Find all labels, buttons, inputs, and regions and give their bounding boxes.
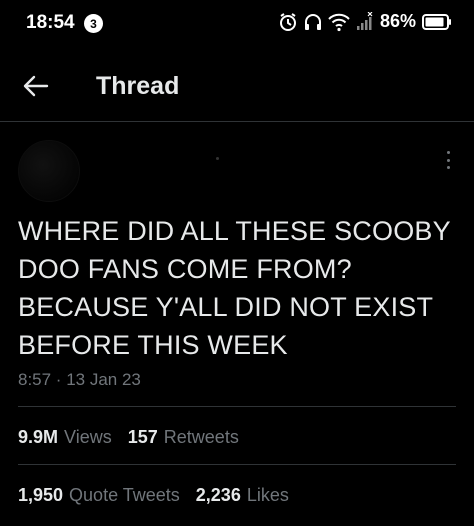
more-options-button[interactable]: [438, 148, 458, 172]
arrow-left-icon: [23, 75, 49, 102]
tweet-text-line: BEFORE THIS WEEK: [18, 330, 288, 360]
divider: [18, 406, 456, 407]
likes-label: Likes: [246, 485, 289, 505]
views-label: Views: [64, 427, 112, 447]
stats-row-views-retweets: 9.9M Views 157 Retweets: [18, 427, 239, 448]
battery-percentage: 86%: [379, 11, 416, 31]
tweet-timestamp[interactable]: 8:57 · 13 Jan 23: [18, 370, 141, 390]
status-bar: 18:54 3 86%: [0, 0, 474, 46]
retweets-count: 157: [127, 427, 158, 447]
notification-badge: 3: [84, 14, 103, 33]
status-time: 18:54: [26, 12, 75, 33]
more-dot-icon: [446, 166, 450, 169]
views-count: 9.9M: [18, 427, 59, 447]
views-stat[interactable]: 9.9M Views: [18, 427, 112, 448]
back-button[interactable]: [20, 72, 52, 104]
alarm-icon: [278, 12, 298, 32]
more-dot-icon: [446, 151, 450, 154]
tweet-text-line: WHERE DID ALL THESE SCOOBY: [18, 216, 451, 246]
stats-row-quotes-likes: 1,950 Quote Tweets 2,236 Likes: [18, 485, 289, 506]
tweet-text-line: BECAUSE Y'ALL DID NOT EXIST: [18, 292, 434, 322]
retweets-label: Retweets: [163, 427, 239, 447]
tweet-text: WHERE DID ALL THESE SCOOBY DOO FANS COME…: [18, 212, 464, 364]
quote-tweets-count: 1,950: [18, 485, 64, 505]
quote-tweets-stat[interactable]: 1,950 Quote Tweets: [18, 485, 180, 506]
headphones-icon: [304, 12, 322, 32]
wifi-icon: [328, 12, 350, 32]
author-name-placeholder: [216, 157, 219, 160]
header-divider: [0, 121, 474, 122]
retweets-stat[interactable]: 157 Retweets: [128, 427, 239, 448]
more-dot-icon: [446, 158, 450, 162]
tweet-text-line: DOO FANS COME FROM?: [18, 254, 352, 284]
likes-stat[interactable]: 2,236 Likes: [196, 485, 289, 506]
signal-icon: [356, 11, 374, 32]
likes-count: 2,236: [195, 485, 241, 505]
page-title: Thread: [96, 72, 180, 100]
divider: [18, 464, 456, 465]
thread-screen: 18:54 3 86% Thread WHERE DID ALL THESE S…: [0, 0, 474, 526]
author-avatar[interactable]: [18, 140, 80, 202]
status-icons: 86%: [278, 11, 452, 32]
top-app-bar: Thread: [0, 58, 474, 116]
battery-icon: [422, 13, 452, 31]
quote-tweets-label: Quote Tweets: [69, 485, 180, 505]
